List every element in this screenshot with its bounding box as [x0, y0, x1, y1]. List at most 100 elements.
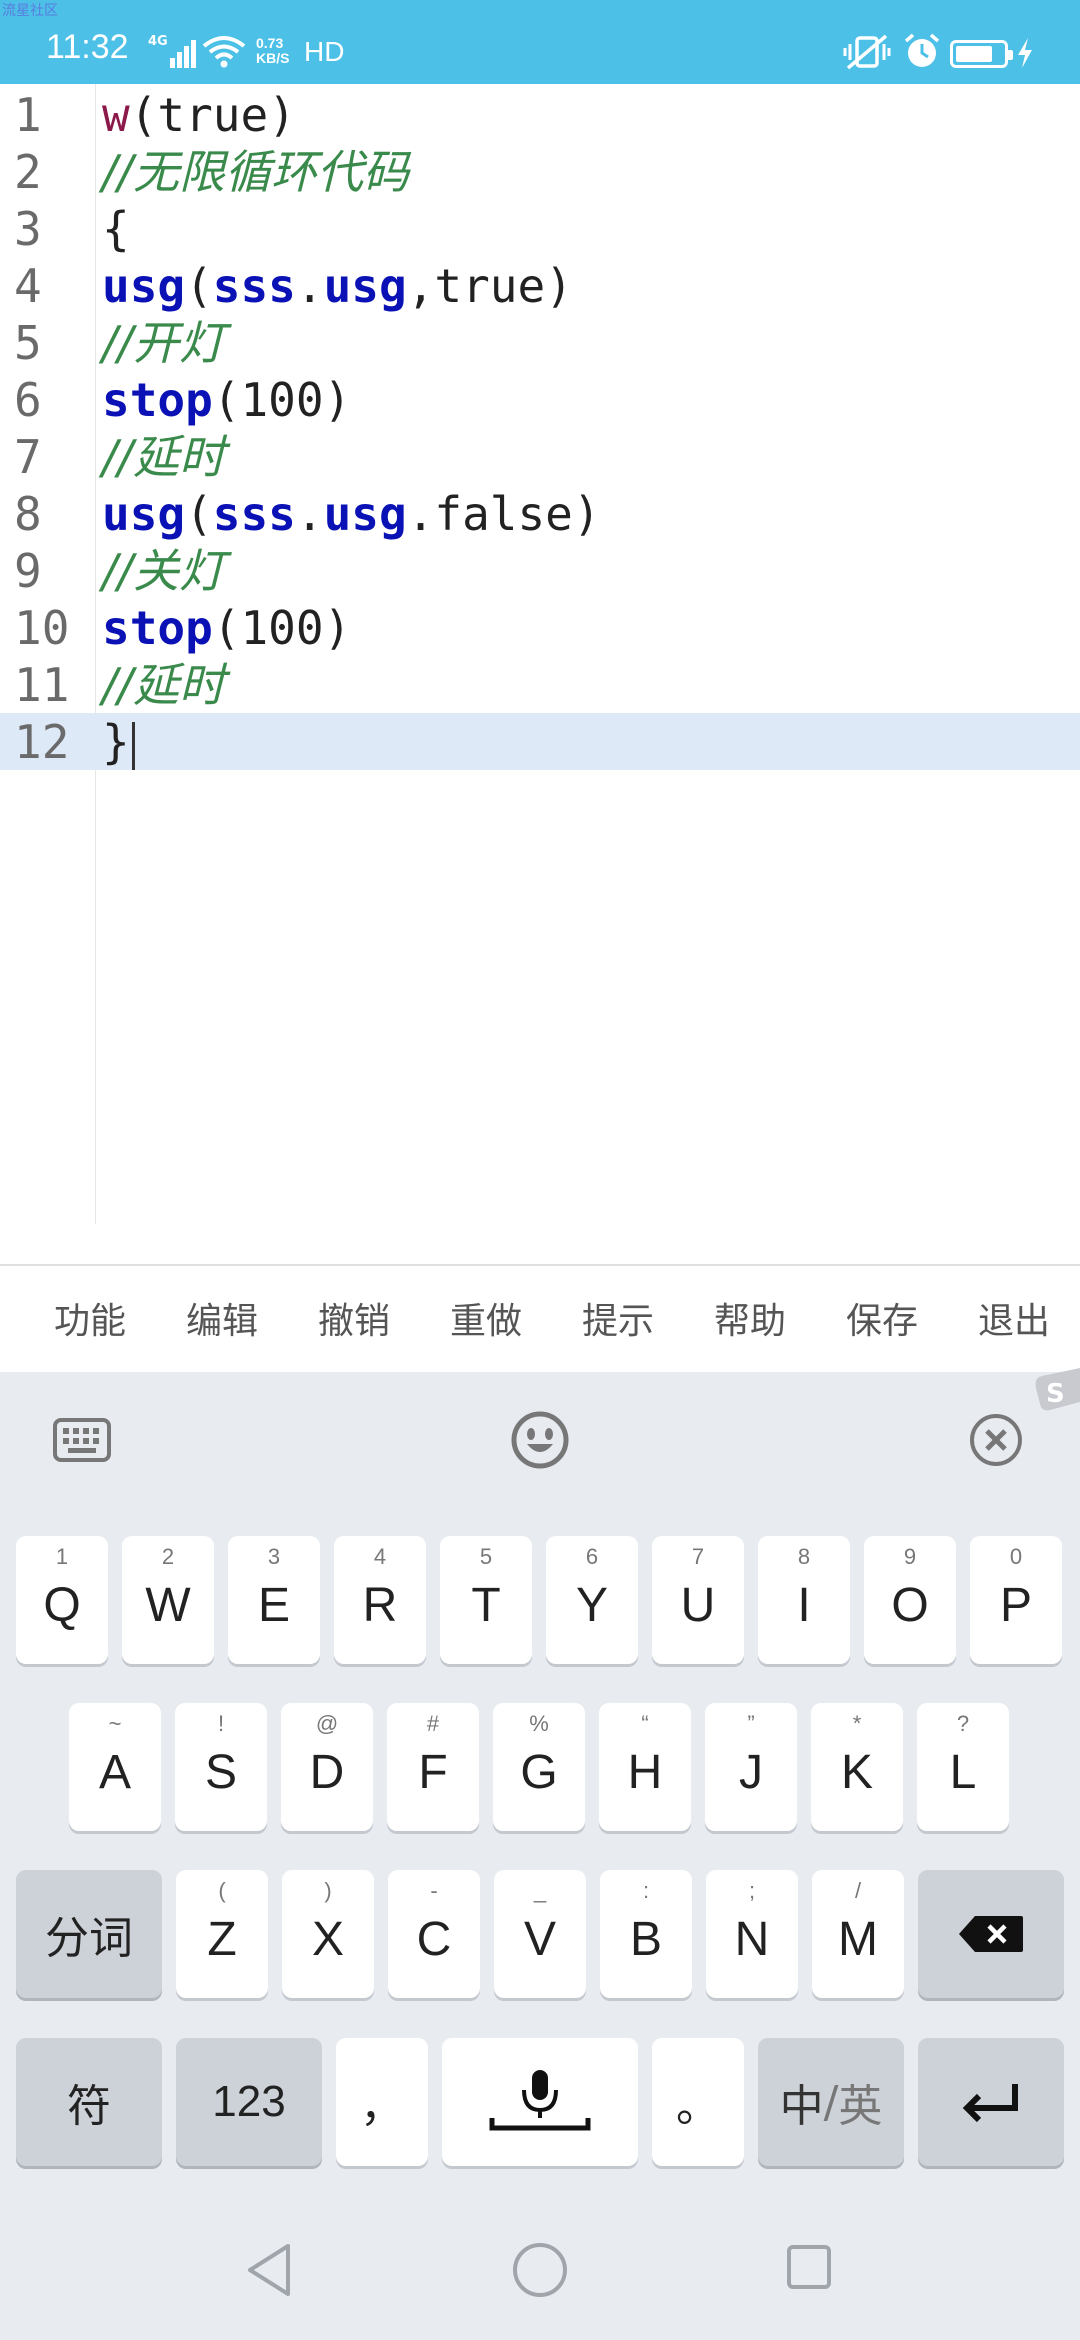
key-label: N [734, 1913, 770, 1966]
key-hint: “ [641, 1711, 649, 1736]
key-hint: ” [747, 1711, 755, 1736]
key-n[interactable]: ; N [706, 1870, 798, 1998]
key-g[interactable]: % G [493, 1703, 585, 1831]
key-e[interactable]: 3E [228, 1536, 320, 1664]
code-token: usg [102, 487, 186, 541]
code-token: .false) [406, 487, 601, 541]
code-token: stop [102, 601, 213, 655]
ime-logo-icon: S [1035, 1368, 1080, 1411]
code-text: { [102, 202, 130, 256]
key-f[interactable]: # F [387, 1703, 479, 1831]
hd-indicator: HD [304, 36, 345, 67]
key-k[interactable]: * K [811, 1703, 903, 1831]
key-label: T [471, 1579, 501, 1632]
enter-key[interactable] [918, 2038, 1064, 2166]
key-d[interactable]: @ D [281, 1703, 373, 1831]
line-number: 11 [14, 658, 70, 712]
key-l[interactable]: ? L [917, 1703, 1009, 1831]
code-line[interactable]: 4 usg(sss.usg,true) [0, 257, 1080, 314]
key-v[interactable]: _ V [494, 1870, 586, 1998]
watermark-text: 流星社区 [2, 3, 58, 19]
key-r[interactable]: 4R [334, 1536, 426, 1664]
key-hint: ( [218, 1878, 226, 1903]
key-s[interactable]: ! S [175, 1703, 267, 1831]
numbers-key[interactable]: 123 [176, 2038, 322, 2166]
key-i[interactable]: 8I [758, 1536, 850, 1664]
key-label: A [98, 1746, 131, 1799]
code-line[interactable]: 3{ [0, 200, 1080, 257]
key-label: F [418, 1746, 448, 1799]
key-q[interactable]: 1Q [16, 1536, 108, 1664]
key-x[interactable]: ) X [282, 1870, 374, 1998]
recents-icon[interactable] [786, 2244, 832, 2290]
code-line[interactable]: 11 //延时 [0, 656, 1080, 713]
code-token: . [295, 487, 324, 541]
toolbar-redo-button[interactable]: 重做 [450, 1292, 522, 1344]
code-line[interactable]: 6 stop(100) [0, 371, 1080, 428]
home-icon[interactable] [512, 2242, 568, 2298]
network-type: 4G [148, 34, 168, 49]
key-h[interactable]: “H [599, 1703, 691, 1831]
key-hint: 0 [1009, 1544, 1023, 1569]
lang-zh: 中 [779, 2081, 824, 2132]
code-editor[interactable]: 1 w(true) 2//无限循环代码 3{4 usg(sss.usg,true) 5//… [0, 84, 1080, 1224]
emoji-icon[interactable] [510, 1410, 570, 1470]
period-key[interactable]: 。 [652, 2038, 744, 2166]
key-hint: ! [217, 1711, 225, 1736]
battery-icon [950, 40, 1013, 68]
key-label: X [311, 1913, 344, 1966]
toolbar-help-button[interactable]: 帮助 [714, 1292, 786, 1344]
text-caret [131, 721, 135, 770]
key-j[interactable]: ” J [705, 1703, 797, 1831]
key-p[interactable]: 0P [970, 1536, 1062, 1664]
comma-key[interactable]: ， [336, 2038, 428, 2166]
code-line[interactable]: 10 stop(100) [0, 599, 1080, 656]
key-label: L [949, 1746, 977, 1799]
lang-sep: / [823, 2076, 839, 2128]
key-o[interactable]: 9O [864, 1536, 956, 1664]
line-number: 5 [14, 316, 42, 370]
toolbar-undo-button[interactable]: 撤销 [318, 1292, 390, 1344]
code-line[interactable]: 5 //开灯 [0, 314, 1080, 371]
code-text: //延时 [102, 430, 225, 484]
code-line[interactable]: 12} [0, 713, 1080, 770]
code-token: //关灯 [102, 544, 225, 598]
key-y[interactable]: 6Y [546, 1536, 638, 1664]
soft-keyboard: 1Q2W3E4R5T6Y7U8I9O0P ~ A! S @ D # F% G “H” J * K? L … [0, 1372, 1080, 2340]
backspace-key[interactable] [918, 1870, 1064, 1998]
keyboard-icon[interactable] [52, 1414, 112, 1466]
key-b[interactable]: :B [600, 1870, 692, 1998]
toolbar-save-button[interactable]: 保存 [846, 1292, 918, 1344]
key-u[interactable]: 7U [652, 1536, 744, 1664]
key-label: D [309, 1746, 345, 1799]
language-switch-label: 中 / 英 [758, 2038, 904, 2166]
language-switch-key[interactable]: 中 / 英 [758, 2038, 904, 2166]
key-z[interactable]: (Z [176, 1870, 268, 1998]
comma-key-label: ， [360, 2081, 404, 2132]
key-c[interactable]: -C [388, 1870, 480, 1998]
key-t[interactable]: 5T [440, 1536, 532, 1664]
code-line[interactable]: 7 //延时 [0, 428, 1080, 485]
code-token: sss [212, 487, 296, 541]
toolbar-hint-button[interactable]: 提示 [582, 1292, 654, 1344]
key-m[interactable]: / M [812, 1870, 904, 1998]
code-line[interactable]: 1 w(true) [0, 86, 1080, 143]
key-hint: 9 [903, 1544, 917, 1569]
key-label: B [629, 1913, 662, 1966]
toolbar-function-button[interactable]: 功能 [54, 1292, 126, 1344]
code-line[interactable]: 8 usg(sss.usg.false) [0, 485, 1080, 542]
code-line[interactable]: 2 //无限循环代码 [0, 143, 1080, 200]
toolbar-exit-button[interactable]: 退出 [978, 1292, 1050, 1344]
symbols-key[interactable]: 符 [16, 2038, 162, 2166]
key-a[interactable]: ~ A [69, 1703, 161, 1831]
key-w[interactable]: 2W [122, 1536, 214, 1664]
back-icon[interactable] [244, 2242, 294, 2298]
segment-key[interactable]: 分词 [16, 1870, 162, 1998]
code-line[interactable]: 9 //关灯 [0, 542, 1080, 599]
code-token: . [295, 259, 324, 313]
toolbar-edit-button[interactable]: 编辑 [186, 1292, 258, 1344]
charging-icon [1018, 38, 1032, 68]
space-key[interactable] [442, 2038, 638, 2166]
close-circle-icon[interactable] [968, 1412, 1024, 1468]
code-text: stop(100) [102, 601, 351, 655]
